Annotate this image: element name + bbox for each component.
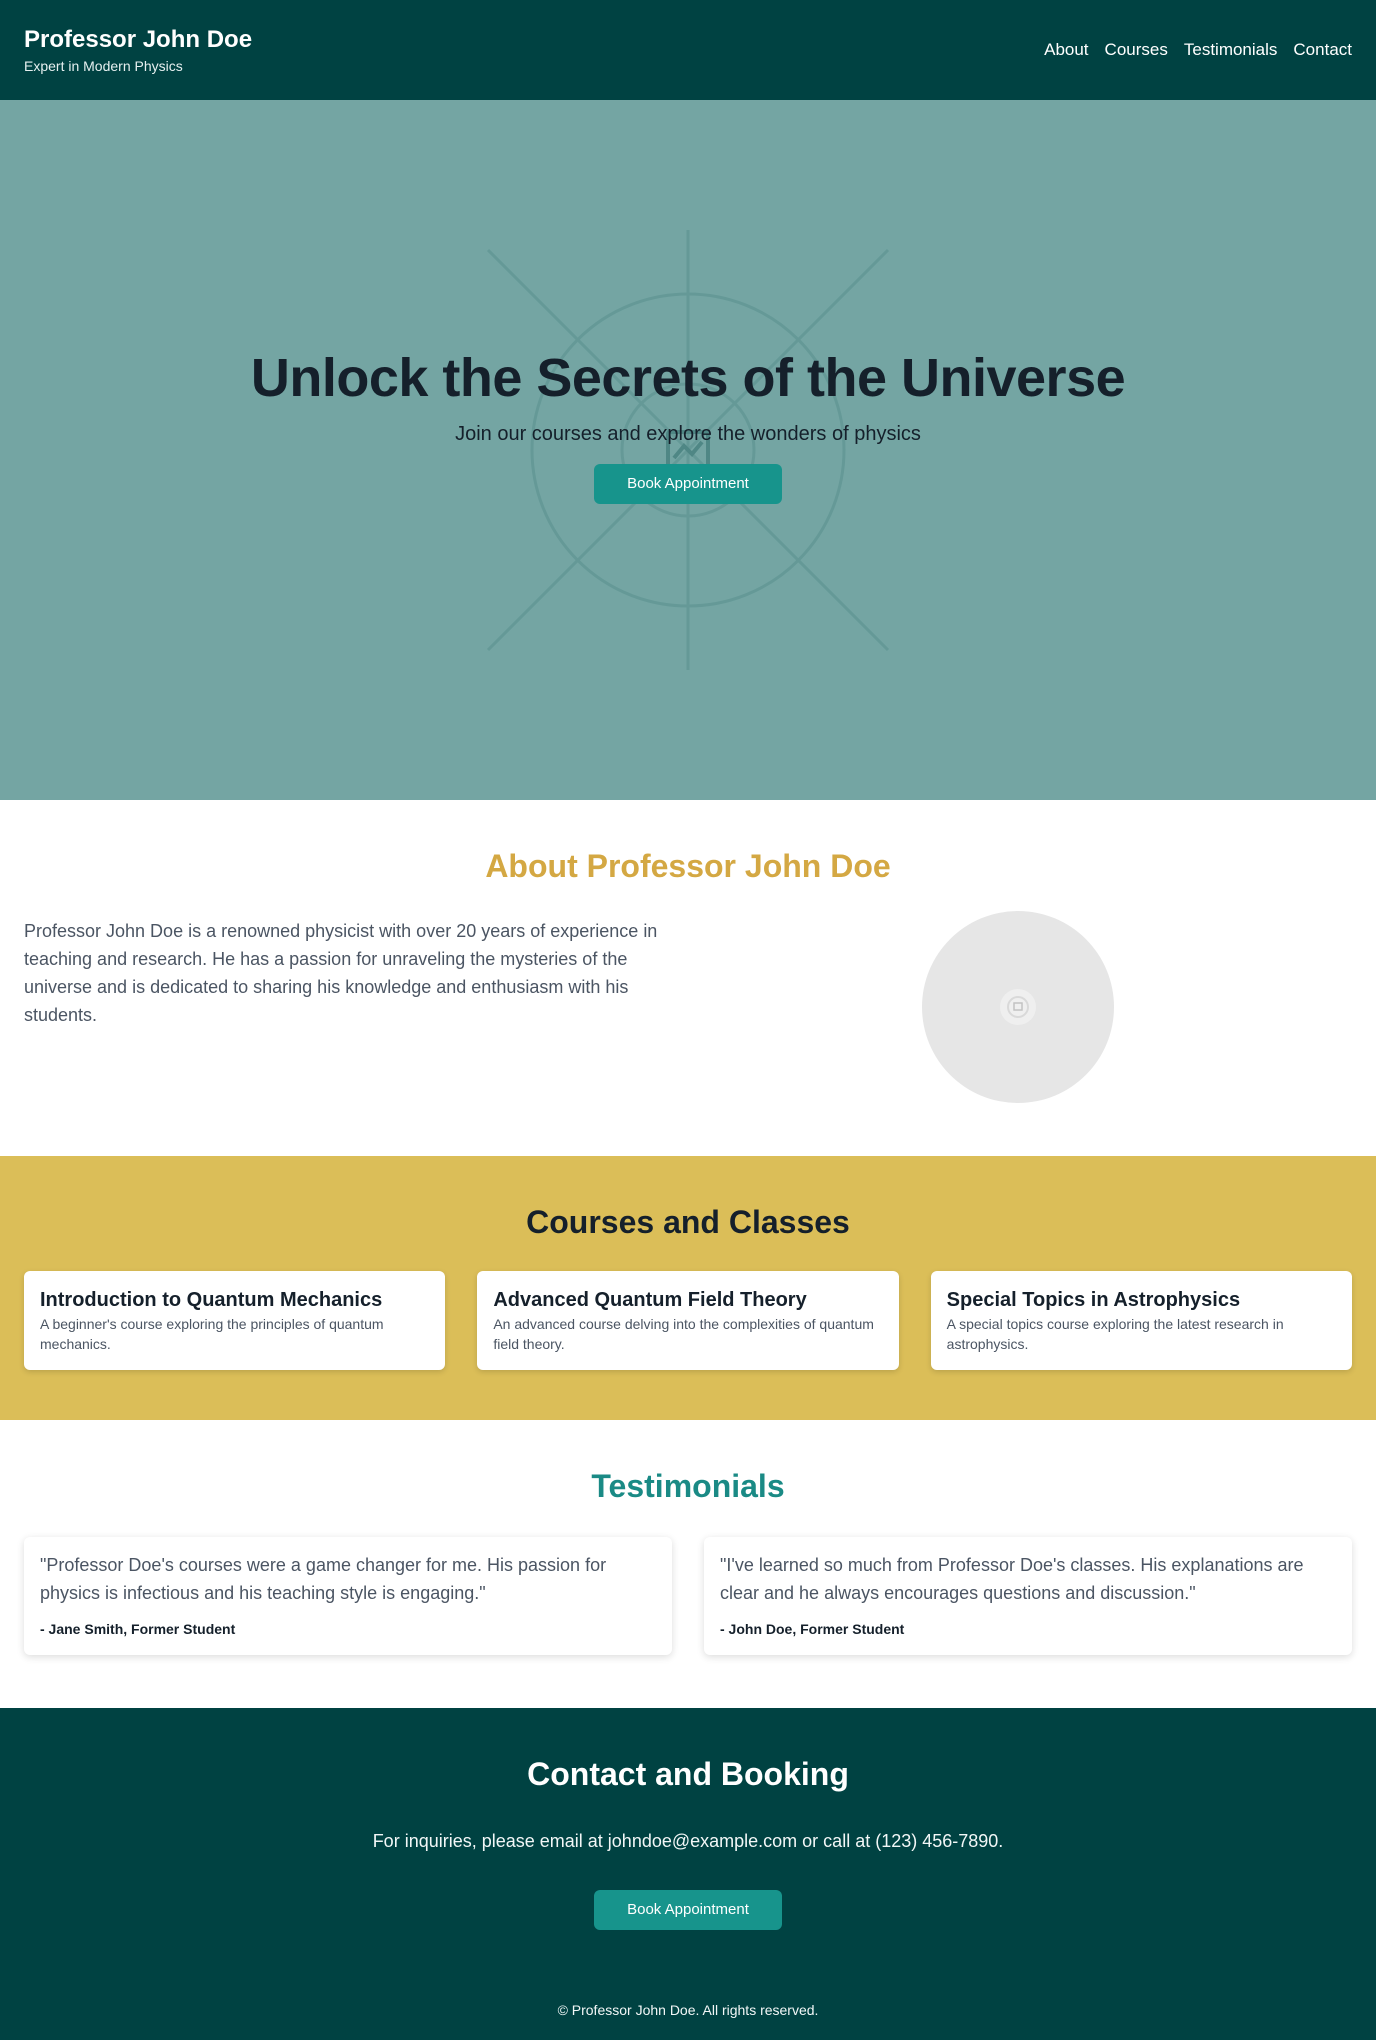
testimonial-quote: "I've learned so much from Professor Doe…	[720, 1555, 1304, 1603]
nav-link-about[interactable]: About	[1044, 40, 1088, 60]
brand-tagline: Expert in Modern Physics	[24, 58, 183, 75]
testimonial-quote: "Professor Doe's courses were a game cha…	[40, 1555, 607, 1603]
courses-title: Courses and Classes	[526, 1204, 850, 1240]
site-header: Professor John Doe Expert in Modern Phys…	[0, 0, 1376, 100]
testimonial-grid: "Professor Doe's courses were a game cha…	[24, 1537, 1352, 1655]
testimonial-card: "Professor Doe's courses were a game cha…	[24, 1537, 672, 1655]
copyright-text: © Professor John Doe. All rights reserve…	[557, 2002, 819, 2018]
contact-title: Contact and Booking	[527, 1756, 849, 1792]
course-card[interactable]: Advanced Quantum Field Theory An advance…	[477, 1271, 899, 1370]
brand-name[interactable]: Professor John Doe	[24, 26, 252, 55]
about-photo-wrap	[664, 911, 1352, 1103]
contact-text: For inquiries, please email at johndoe@e…	[372, 1831, 1004, 1851]
testimonial-author: - Jane Smith, Former Student	[40, 1621, 236, 1637]
hero-title: Unlock the Secrets of the Universe	[250, 347, 1126, 408]
testimonial-card: "I've learned so much from Professor Doe…	[704, 1537, 1352, 1655]
nav-link-contact[interactable]: Contact	[1293, 40, 1352, 60]
course-description: An advanced course delving into the comp…	[493, 1316, 874, 1352]
hero-content: Unlock the Secrets of the Universe Join …	[250, 347, 1126, 504]
course-description: A beginner's course exploring the princi…	[40, 1316, 384, 1352]
about-section: About Professor John Doe Professor John …	[0, 800, 1376, 1156]
course-card[interactable]: Introduction to Quantum Mechanics A begi…	[24, 1271, 446, 1370]
about-title: About Professor John Doe	[485, 848, 891, 884]
courses-section: Courses and Classes Introduction to Quan…	[0, 1156, 1376, 1420]
testimonials-title: Testimonials	[591, 1468, 785, 1504]
course-title: Introduction to Quantum Mechanics	[40, 1289, 383, 1311]
about-row: Professor John Doe is a renowned physici…	[24, 911, 1352, 1103]
avatar-placeholder-icon	[1000, 989, 1036, 1025]
testimonials-section: Testimonials "Professor Doe's courses we…	[0, 1420, 1376, 1708]
course-title: Advanced Quantum Field Theory	[493, 1289, 807, 1311]
nav-link-testimonials[interactable]: Testimonials	[1184, 40, 1278, 60]
about-text: Professor John Doe is a renowned physici…	[24, 921, 658, 1025]
brand: Professor John Doe Expert in Modern Phys…	[24, 26, 252, 75]
main-nav: About Courses Testimonials Contact	[1044, 40, 1352, 60]
contact-book-appointment-button[interactable]: Book Appointment	[594, 1890, 782, 1930]
avatar	[922, 911, 1114, 1103]
contact-section: Contact and Booking For inquiries, pleas…	[0, 1708, 1376, 2040]
course-grid: Introduction to Quantum Mechanics A begi…	[24, 1271, 1352, 1370]
testimonial-author: - John Doe, Former Student	[720, 1621, 905, 1637]
course-card[interactable]: Special Topics in Astrophysics A special…	[930, 1271, 1352, 1370]
hero-book-appointment-button[interactable]: Book Appointment	[593, 463, 782, 504]
course-description: A special topics course exploring the la…	[946, 1316, 1284, 1352]
course-title: Special Topics in Astrophysics	[946, 1289, 1241, 1311]
nav-link-courses[interactable]: Courses	[1105, 40, 1168, 60]
hero-subtitle: Join our courses and explore the wonders…	[455, 422, 921, 445]
hero-section: Unlock the Secrets of the Universe Join …	[0, 100, 1376, 800]
